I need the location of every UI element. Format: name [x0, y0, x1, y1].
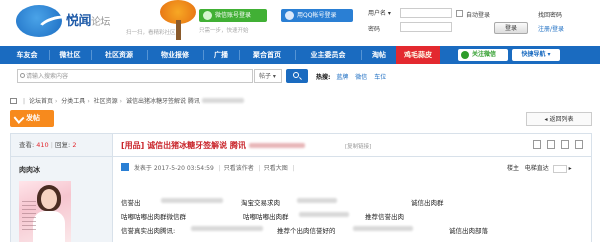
nav-item-property-repair[interactable]: 物业报修 [150, 46, 200, 64]
copy-link[interactable]: [复制链接] [345, 142, 371, 150]
prev-thread-icon[interactable] [547, 140, 555, 149]
breadcrumb: | 论坛首页 › 分类工具 › 社区资源 › 诚信出猪冰糖牙签解说 腾讯 [10, 96, 244, 105]
nav-separator [361, 50, 362, 60]
view-count: 410 [36, 141, 49, 149]
poster-icon [121, 163, 129, 171]
hot-keyword[interactable]: 微信 [355, 74, 367, 81]
wechat-icon [203, 11, 212, 20]
floor-info: 楼主 电梯直达 ▸ [507, 164, 572, 173]
nav-separator [147, 50, 148, 60]
thread-header: 查看: 410 | 回复: 2 [用品] 诚信出猪冰糖牙签解说 腾讯 [复制链接… [10, 133, 592, 157]
breadcrumb-item[interactable]: 诚信出猪冰糖牙签解说 腾讯 [126, 98, 200, 105]
auto-login-label: 自动登录 [466, 12, 491, 19]
redacted-text [353, 226, 413, 231]
hot-keyword[interactable]: 车位 [374, 74, 386, 81]
username-input[interactable] [400, 8, 452, 18]
nav-item-trivia[interactable]: 鸡毛蒜皮 [396, 46, 440, 64]
hot-search: 热搜: 蓝牌 微信 车位 [316, 72, 391, 81]
only-author-link[interactable]: 只看该作者 [224, 165, 254, 172]
search-icon [20, 73, 25, 78]
author-panel: 肉肉冰 [11, 157, 113, 242]
nav-separator [295, 50, 296, 60]
nav-item-broadcast[interactable]: 广播 [206, 46, 236, 64]
username-type-select[interactable]: 用户名 ▾ [368, 8, 398, 18]
post: 肉肉冰 发表于 2017-5-20 03:54:59 | 只看该作者 | 只看大图 … [10, 157, 592, 242]
nav-item-micro-community[interactable]: 微社区 [52, 46, 88, 64]
password-label: 密码 [368, 26, 381, 33]
floor-label: 楼主 [507, 165, 520, 172]
avatar[interactable] [19, 181, 71, 242]
follow-wechat-button[interactable]: 关注微信 [458, 49, 508, 61]
login-hint: 只需一步，快速开始 [199, 28, 249, 34]
main-nav: 车友会 微社区 社区资源 物业报修 广播 聚合首页 业主委员会 淘帖 鸡毛蒜皮 … [0, 46, 600, 64]
nav-separator [49, 50, 50, 60]
redacted-text [299, 212, 349, 217]
site-logo-text[interactable]: 悦闻论坛 [66, 10, 111, 29]
thread-stats: 查看: 410 | 回复: 2 [11, 134, 113, 156]
qq-login-button[interactable]: 用QQ帐号登录 [281, 9, 353, 22]
hot-keyword[interactable]: 蓝牌 [336, 74, 348, 81]
print-icon[interactable] [533, 140, 541, 149]
redacted-text [297, 198, 337, 203]
reply-count: 2 [72, 141, 77, 149]
search-button[interactable] [286, 69, 308, 83]
qq-icon [285, 11, 294, 20]
autumn-tree-icon [156, 0, 198, 44]
jump-label: 电梯直达 [524, 165, 549, 172]
home-icon[interactable] [10, 98, 17, 104]
next-thread-icon[interactable] [561, 140, 569, 149]
forgot-password-link[interactable]: 找回密码 [538, 10, 562, 19]
post-time: 2017-5-20 03:54:59 [153, 165, 214, 172]
site-logo[interactable] [16, 5, 72, 37]
hot-search-label: 热搜: [316, 74, 331, 81]
search-input[interactable]: 请输入搜索内容 [17, 69, 253, 83]
register-link[interactable]: 注册/登录 [538, 24, 564, 33]
author-name[interactable]: 肉肉冰 [19, 165, 40, 175]
wechat-login-button[interactable]: 微信账号登录 [199, 9, 267, 22]
search-type-select[interactable]: 帖子 ▾ [254, 69, 282, 83]
back-to-list-button[interactable]: ◂ 返回列表 [526, 112, 592, 126]
redacted-text [191, 226, 263, 231]
breadcrumb-item[interactable]: 论坛首页 [29, 98, 53, 105]
nav-item-owners-committee[interactable]: 业主委员会 [298, 46, 358, 64]
password-input[interactable] [400, 22, 452, 32]
new-post-button[interactable]: 发帖 [10, 110, 54, 127]
nav-item-aggregate-home[interactable]: 聚合首页 [242, 46, 292, 64]
login-button[interactable]: 登录 [494, 22, 528, 34]
breadcrumb-item[interactable]: 社区资源 [94, 98, 118, 105]
pencil-icon [13, 112, 25, 124]
thread-title: [用品] 诚信出猪冰糖牙签解说 腾讯 [121, 140, 305, 151]
auto-login-checkbox[interactable] [456, 10, 463, 17]
redacted-text [201, 98, 244, 103]
nav-separator [203, 50, 204, 60]
floor-jump-input[interactable] [552, 164, 567, 173]
wechat-icon [461, 51, 469, 59]
nav-separator [239, 50, 240, 60]
nav-item-taotie[interactable]: 淘帖 [364, 46, 394, 64]
redacted-text [161, 198, 223, 203]
nav-item-car-club[interactable]: 车友会 [8, 46, 46, 64]
redacted-text [248, 143, 305, 148]
only-large-images-link[interactable]: 只看大图 [264, 165, 288, 172]
nav-item-community-resources[interactable]: 社区资源 [94, 46, 144, 64]
site-header: 悦闻论坛 扫一扫，看精彩社区 微信账号登录 用QQ帐号登录 只需一步，快速开始 … [0, 0, 600, 44]
breadcrumb-item[interactable]: 分类工具 [61, 98, 85, 105]
post-meta: 发表于 2017-5-20 03:54:59 | 只看该作者 | 只看大图 | [121, 163, 298, 172]
next-thread-icon[interactable] [575, 140, 583, 149]
quick-nav-button[interactable]: 快捷导航 ▾ [512, 49, 560, 61]
nav-separator [91, 50, 92, 60]
